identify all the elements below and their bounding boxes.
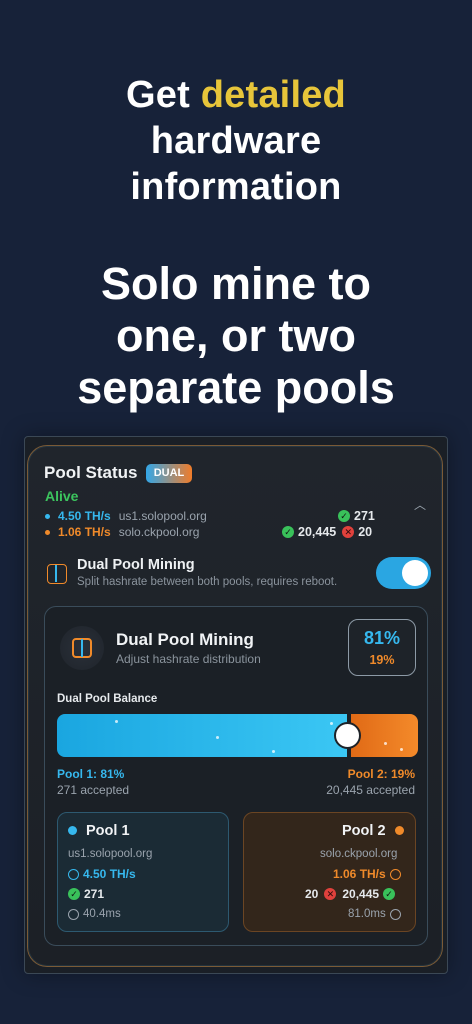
pool1-counts: ✓ 271	[338, 509, 375, 523]
check-icon: ✓	[282, 526, 294, 538]
chevron-up-icon[interactable]: ︿	[414, 496, 426, 513]
pool1-card-latency-row: 40.4ms	[68, 908, 121, 920]
pool1-dot-icon	[68, 826, 77, 835]
pool2-card-rejected: 20	[305, 887, 319, 901]
pool2-accepted-label: 20,445 accepted	[326, 783, 415, 797]
panel-subtitle: Adjust hashrate distribution	[116, 652, 261, 666]
pool1-card-host: us1.solopool.org	[68, 848, 153, 860]
pool1-percent: 81%	[363, 628, 401, 648]
hero-line1-pre: Get	[126, 74, 201, 116]
pool1-card-accepted: 271	[84, 887, 105, 901]
check-icon: ✓	[338, 510, 350, 522]
pool2-accepted: 20,445	[298, 525, 337, 539]
pool1-card-rate-row: 4.50 TH/s	[68, 867, 136, 881]
pool2-percent: 19%	[369, 653, 395, 667]
hero-accent-word: detailed	[200, 74, 346, 116]
status-alive: Alive	[45, 488, 79, 504]
pool2-card-rate-row: 1.06 TH/s	[333, 867, 405, 881]
balance-pool1-fill	[57, 714, 348, 757]
pool1-status-row: 4.50 TH/s us1.solopool.org	[45, 509, 207, 523]
pool2-rate: 1.06 TH/s	[58, 525, 111, 539]
pool2-card-accepted: 20,445	[342, 887, 380, 901]
pool1-share-label: Pool 1: 81%	[57, 767, 125, 781]
balance-slider-thumb[interactable]	[334, 722, 361, 749]
dual-mining-toggle[interactable]	[376, 557, 431, 589]
balance-label: Dual Pool Balance	[57, 693, 158, 705]
pool1-accepted: 271	[354, 509, 375, 523]
hero-heading: Get detailed hardware information	[0, 72, 472, 210]
pool1-card-counts: ✓ 271	[68, 887, 104, 901]
hero-sub-line3: separate pools	[77, 362, 395, 413]
pool2-card-title: Pool 2	[342, 823, 386, 839]
pool2-host: solo.ckpool.org	[118, 525, 200, 539]
gauge-icon	[389, 868, 401, 880]
pool2-dot-icon	[45, 529, 50, 535]
x-icon: ✕	[324, 888, 337, 900]
globe-icon	[389, 908, 401, 920]
pool2-card-counts: 20 ✕ 20,445 ✓	[305, 887, 396, 901]
dual-badge: DUAL	[146, 464, 192, 483]
gauge-icon	[68, 868, 79, 880]
balance-slider[interactable]	[57, 714, 418, 757]
pool1-accepted-label: 271 accepted	[57, 783, 130, 797]
hero-sub-line2: one, or two	[116, 310, 356, 361]
pool2-card-latency-row: 81.0ms	[348, 908, 405, 920]
percent-summary: 81% 19%	[348, 619, 416, 676]
hero-line2: hardware	[150, 120, 322, 162]
pool1-dot-icon	[45, 513, 50, 519]
hero-line3: information	[130, 166, 342, 208]
pool2-rejected: 20	[358, 525, 373, 539]
dual-mining-title: Dual Pool Mining	[77, 557, 195, 573]
pool2-counts: ✓ 20,445 ✕ 20	[282, 525, 372, 539]
pool2-dot-icon	[395, 826, 404, 835]
pool2-card-latency: 81.0ms	[348, 908, 386, 920]
pool-status-title: Pool Status	[44, 463, 138, 482]
pool2-share-label: Pool 2: 19%	[347, 767, 415, 781]
split-columns-icon	[47, 564, 67, 584]
hero-subheading: Solo mine to one, or two separate pools	[0, 258, 472, 414]
panel-title: Dual Pool Mining	[116, 630, 254, 649]
pool2-card-host: solo.ckpool.org	[320, 848, 398, 860]
pool1-rate: 4.50 TH/s	[58, 509, 111, 523]
balance-pool2-fill	[351, 714, 418, 757]
split-columns-icon	[60, 626, 104, 670]
hero-sub-line1: Solo mine to	[101, 258, 371, 309]
pool1-card-title: Pool 1	[86, 823, 130, 839]
dual-mining-subtitle: Split hashrate between both pools, requi…	[77, 576, 338, 588]
pool1-card-rate: 4.50 TH/s	[83, 867, 136, 881]
x-icon: ✕	[342, 526, 355, 538]
check-icon: ✓	[383, 888, 396, 900]
pool2-status-row: 1.06 TH/s solo.ckpool.org	[45, 525, 199, 539]
pool2-card-rate: 1.06 TH/s	[333, 867, 386, 881]
toggle-knob	[402, 560, 428, 586]
pool1-host: us1.solopool.org	[118, 509, 207, 523]
check-icon: ✓	[68, 888, 80, 900]
globe-icon	[68, 908, 79, 920]
pool1-card-latency: 40.4ms	[83, 908, 121, 920]
